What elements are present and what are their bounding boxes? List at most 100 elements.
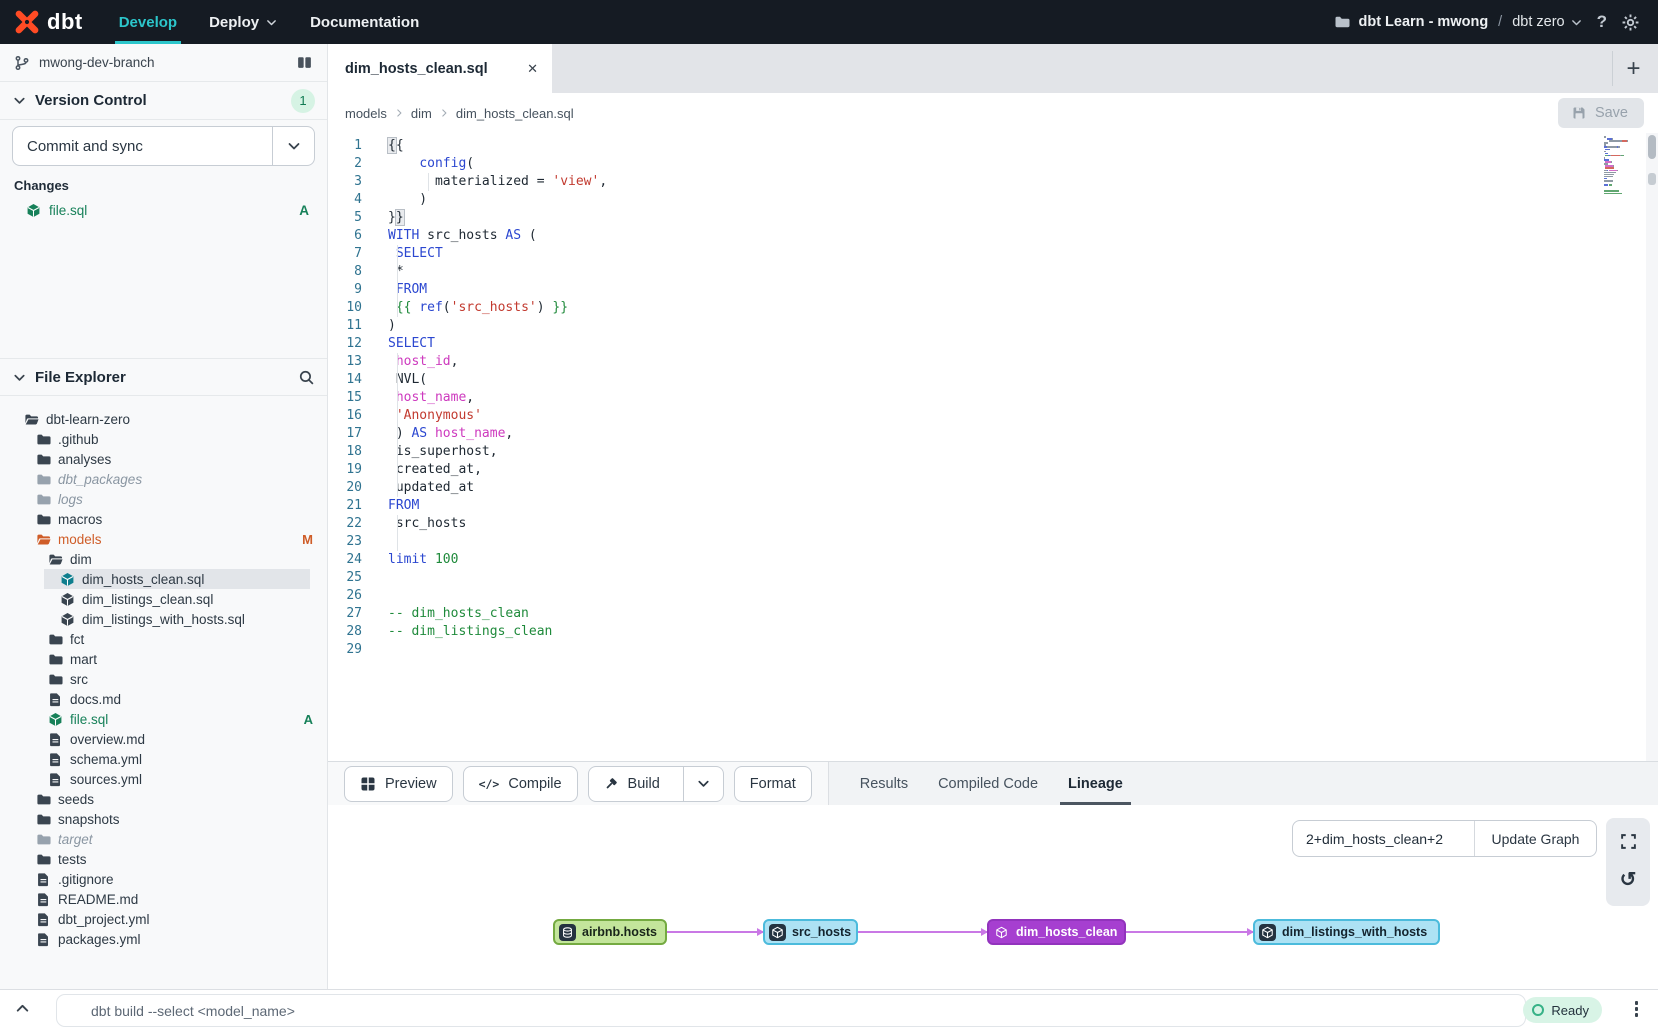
tree-item-seeds[interactable]: seeds: [0, 789, 327, 809]
search-icon[interactable]: [298, 369, 315, 386]
branch-row: mwong-dev-branch: [0, 44, 327, 82]
breadcrumb-models[interactable]: models: [345, 106, 387, 121]
tree-item-dim-hosts-clean-sql[interactable]: dim_hosts_clean.sql: [0, 569, 327, 589]
folder-icon: [36, 472, 51, 487]
build-options-caret[interactable]: [683, 767, 723, 801]
folder-icon: [36, 852, 51, 867]
chevron-down-icon: [696, 776, 711, 791]
tab-dim-hosts-clean[interactable]: dim_hosts_clean.sql ✕: [328, 44, 552, 93]
tree-item-file-sql[interactable]: file.sqlA: [0, 709, 327, 729]
tree-item-dbt-project-yml[interactable]: dbt_project.yml: [0, 909, 327, 929]
model-cube-icon: [1259, 924, 1276, 941]
code-line-28: 28-- dim_listings_clean: [328, 623, 1644, 641]
file-explorer-header[interactable]: File Explorer: [0, 358, 327, 396]
save-button[interactable]: Save: [1558, 98, 1644, 128]
docs-pages-icon[interactable]: [296, 54, 313, 71]
breadcrumb-dim[interactable]: dim: [411, 106, 432, 121]
preview-button[interactable]: Preview: [344, 766, 453, 802]
code-editor[interactable]: 1{{2 config(3 materialized = 'view',4 )5…: [328, 133, 1658, 761]
code-line-19: 19 created_at,: [328, 461, 1644, 479]
lineage-node-src-hosts[interactable]: src_hosts: [763, 919, 858, 945]
code-line-29: 29: [328, 641, 1644, 659]
help-icon[interactable]: ?: [1597, 12, 1607, 32]
tree-item-dbt-packages[interactable]: dbt_packages: [0, 469, 327, 489]
code-line-3: 3 materialized = 'view',: [328, 173, 1644, 191]
reset-icon: ↺: [1620, 867, 1637, 892]
tree-item-dim[interactable]: dim: [0, 549, 327, 569]
cube-icon: [60, 612, 75, 627]
folder-icon: [36, 812, 51, 827]
account-switcher[interactable]: dbt Learn - mwong / dbt zero: [1334, 14, 1582, 30]
tree-item-dim-listings-with-hosts-sql[interactable]: dim_listings_with_hosts.sql: [0, 609, 327, 629]
commit-and-sync-button[interactable]: Commit and sync: [13, 127, 272, 165]
reset-view-button[interactable]: ↺: [1620, 867, 1637, 892]
tab-compiled-code[interactable]: Compiled Code: [923, 762, 1053, 805]
file-icon: [48, 772, 63, 787]
kebab-menu-icon[interactable]: [1633, 999, 1641, 1019]
lineage-tools: ↺: [1606, 818, 1650, 906]
tree-item-dbt-learn-zero[interactable]: dbt-learn-zero: [0, 409, 327, 429]
tree-item-dim-listings-clean-sql[interactable]: dim_listings_clean.sql: [0, 589, 327, 609]
compile-button[interactable]: </> Compile: [463, 766, 578, 802]
update-graph-button[interactable]: Update Graph: [1474, 821, 1596, 856]
tree-item-src[interactable]: src: [0, 669, 327, 689]
commit-options-caret[interactable]: [272, 127, 314, 165]
code-line-13: 13 host_id,: [328, 353, 1644, 371]
lineage-edge: [667, 931, 763, 933]
code-line-6: 6WITH src_hosts AS (: [328, 227, 1644, 245]
tree-item-overview-md[interactable]: overview.md: [0, 729, 327, 749]
tree-item--github[interactable]: .github: [0, 429, 327, 449]
environment-name[interactable]: dbt zero: [1512, 14, 1582, 30]
git-branch-icon: [14, 55, 30, 71]
version-control-header[interactable]: Version Control 1: [0, 82, 327, 120]
chevron-down-icon: [12, 370, 27, 385]
editor-scrollbar[interactable]: [1646, 133, 1658, 761]
lineage-node-dim-hosts-clean[interactable]: dim_hosts_clean: [987, 919, 1126, 945]
editor-minimap[interactable]: [1604, 136, 1640, 197]
fullscreen-button[interactable]: [1620, 833, 1637, 850]
tree-item-schema-yml[interactable]: schema.yml: [0, 749, 327, 769]
tree-item-docs-md[interactable]: docs.md: [0, 689, 327, 709]
gear-icon[interactable]: [1621, 13, 1640, 32]
tree-item-target[interactable]: target: [0, 829, 327, 849]
close-tab-icon[interactable]: ✕: [527, 61, 538, 77]
tab-title: dim_hosts_clean.sql: [345, 61, 488, 77]
lineage-selector-input[interactable]: 2+dim_hosts_clean+2: [1293, 821, 1474, 856]
tab-lineage[interactable]: Lineage: [1053, 762, 1138, 805]
tree-item-readme-md[interactable]: README.md: [0, 889, 327, 909]
tree-item-logs[interactable]: logs: [0, 489, 327, 509]
tree-item-macros[interactable]: macros: [0, 509, 327, 529]
format-button[interactable]: Format: [734, 766, 812, 802]
tree-item-sources-yml[interactable]: sources.yml: [0, 769, 327, 789]
expand-command-bar-button[interactable]: [14, 1000, 31, 1017]
code-line-16: 16 'Anonymous': [328, 407, 1644, 425]
nav-deploy[interactable]: Deploy: [193, 0, 294, 44]
tree-item-packages-yml[interactable]: packages.yml: [0, 929, 327, 949]
tree-item-models[interactable]: modelsM: [0, 529, 327, 549]
scrollbar-thumb[interactable]: [1648, 135, 1656, 159]
changed-file-row[interactable]: file.sql A: [14, 199, 315, 221]
sidebar: mwong-dev-branch Version Control 1 Commi…: [0, 44, 328, 989]
tree-item-tests[interactable]: tests: [0, 849, 327, 869]
tree-item-snapshots[interactable]: snapshots: [0, 809, 327, 829]
cube-icon: [48, 712, 63, 727]
folder-icon: [36, 832, 51, 847]
new-tab-button[interactable]: +: [1612, 51, 1654, 86]
tree-item-analyses[interactable]: analyses: [0, 449, 327, 469]
project-folder-icon: [1334, 14, 1350, 30]
breadcrumb-file[interactable]: dim_hosts_clean.sql: [456, 106, 574, 121]
file-icon: [48, 692, 63, 707]
dbt-logo[interactable]: dbt: [0, 0, 103, 44]
tab-results[interactable]: Results: [845, 762, 923, 805]
results-tabs: Results Compiled Code Lineage: [828, 762, 1658, 805]
nav-develop[interactable]: Develop: [103, 0, 193, 44]
lineage-node-airbnb-hosts[interactable]: airbnb.hosts: [553, 919, 667, 945]
command-input[interactable]: dbt build --select <model_name>: [56, 994, 1526, 1027]
build-button[interactable]: Build: [589, 767, 674, 801]
tree-item--gitignore[interactable]: .gitignore: [0, 869, 327, 889]
lineage-node-dim-listings-with-hosts[interactable]: dim_listings_with_hosts: [1253, 919, 1440, 945]
source-icon: [559, 924, 576, 941]
tree-item-fct[interactable]: fct: [0, 629, 327, 649]
nav-documentation[interactable]: Documentation: [294, 0, 435, 44]
tree-item-mart[interactable]: mart: [0, 649, 327, 669]
